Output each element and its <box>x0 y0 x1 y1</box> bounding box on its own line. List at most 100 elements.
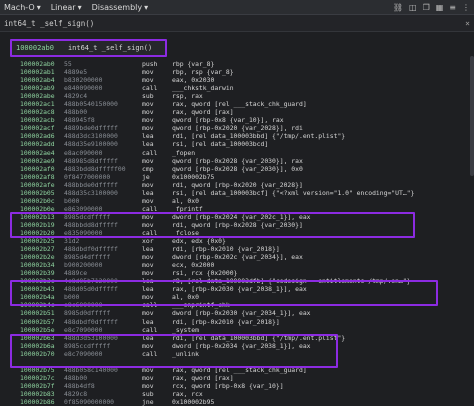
instruction-row[interactable]: 100002b75 488b058c140000 mov rax, qword [re… <box>0 366 474 374</box>
instruction-row[interactable]: 100002b83 4829c8 sub rax, rcx <box>0 390 474 398</box>
instruction-mnemonic: sub <box>142 92 154 101</box>
instruction-mnemonic: lea <box>142 132 154 141</box>
instruction-address: 100002ae4 <box>20 148 55 157</box>
link-icon[interactable]: ⛓ <box>393 3 403 12</box>
chevron-down-icon: ▾ <box>144 2 149 12</box>
copy-icon[interactable]: ❐ <box>423 3 430 12</box>
instruction-address: 100002b27 <box>20 245 55 254</box>
instruction-operands: qword [rbp-0x2020 {var_2028}], rdi <box>172 124 303 133</box>
instruction-row[interactable]: 100002b34 b900200000 mov ecx, 0x2000 <box>0 261 474 269</box>
instruction-operands: rbp {var_8} <box>172 60 215 68</box>
kebab-icon[interactable]: ⋮ <box>462 3 470 12</box>
instruction-address: 100002b63 <box>20 333 55 342</box>
function-header[interactable]: 100002ab0 int64_t _self_sign() <box>10 39 167 57</box>
instruction-row[interactable]: 100002afe 488bbde0dfffff mov rdi, qword [rb… <box>0 181 474 189</box>
symbol-bar[interactable]: int64_t _self_sign() ⨯ <box>0 15 474 32</box>
instruction-address: 100002ab1 <box>20 68 55 77</box>
instruction-bytes: 488985d8dfffff <box>64 156 118 165</box>
instruction-row[interactable]: 100002b3c 4c8d05b7120000 lea r8, [rel data_… <box>0 277 474 285</box>
menu-icon[interactable]: ≡ <box>449 3 456 12</box>
instruction-operands: dword [rbp-0x202c {var_2034}], eax <box>172 253 303 262</box>
instruction-row[interactable]: 100002af0 4883bdd8dfffff00 cmp qword [rbp-0… <box>0 165 474 173</box>
instruction-row[interactable]: 100002ab9 e840090000 call ___chkstk_darwin <box>0 84 474 92</box>
instruction-operands: rax, qword [rel ___stack_chk_guard] <box>172 365 307 374</box>
instruction-row[interactable]: 100002af8 0f8477000000 je 0x100002b75 <box>0 173 474 181</box>
instruction-row[interactable]: 100002abe 4829c4 sub rsp, rax <box>0 92 474 100</box>
instruction-bytes: 8985d4dfffff <box>64 253 111 262</box>
instruction-row[interactable]: 100002b13 8985dcdfffff mov dword [rbp-0x202… <box>0 213 474 221</box>
instruction-row[interactable]: 100002b57 488dbdf0dfffff lea rdi, [rbp-0x20… <box>0 318 474 326</box>
instruction-mnemonic: mov <box>142 100 154 109</box>
instruction-operands: rdi, [rbp-0x2010 {var_2018}] <box>172 317 280 326</box>
instruction-row[interactable]: 100002b0c b000 mov al, 0x0 <box>0 197 474 205</box>
grid-icon[interactable]: ▦ <box>436 3 444 12</box>
instruction-operands: rax, qword [rax] <box>172 108 234 117</box>
instruction-row[interactable]: 100002b43 488d05d0dfffff lea rax, [rbp-0x20… <box>0 285 474 293</box>
instruction-operands: ___chkstk_darwin <box>172 84 234 93</box>
instruction-bytes: 31d2 <box>64 237 80 246</box>
instruction-row[interactable]: 100002b63 488d3d53100000 lea rdi, [rel data… <box>0 334 474 342</box>
instruction-row[interactable]: 100002b86 0f85090000000 jne 0x100002b95 <box>0 398 474 406</box>
instruction-row[interactable]: 100002b51 8985d0dfffff mov dword [rbp-0x203… <box>0 309 474 317</box>
instruction-mnemonic: mov <box>142 341 154 350</box>
instruction-mnemonic: mov <box>142 269 154 278</box>
instruction-row[interactable]: 100002ab0 55 push rbp {var_8} <box>0 60 474 68</box>
scrollbar-thumb[interactable] <box>470 56 474 176</box>
instruction-operands: dword [rbp-0x2030 {var_2034_1}], eax <box>172 309 311 318</box>
instruction-bytes: 488b00 <box>64 108 88 117</box>
instruction-mnemonic: mov <box>142 381 154 390</box>
instruction-row[interactable]: 100002b39 4889ce mov rsi, rcx {0x2000} <box>0 269 474 277</box>
disassembly-listing[interactable]: 100002ab0 int64_t _self_sign() 100002ab0… <box>0 32 474 406</box>
instruction-address: 100002b7f <box>20 381 55 390</box>
close-icon[interactable]: ⨯ <box>465 19 470 28</box>
instruction-row[interactable]: 100002b6a 8985ccdfffff mov dword [rbp-0x203… <box>0 342 474 350</box>
instruction-row[interactable]: 100002ae4 e8ac090000 call _fopen <box>0 149 474 157</box>
instruction-row[interactable]: 100002b7c 488b00 mov rax, qword [rax] <box>0 374 474 382</box>
instruction-row[interactable]: 100002b25 31d2 xor edx, edx {0x0} <box>0 237 474 245</box>
instruction-mnemonic: lea <box>142 188 154 197</box>
layout-dropdown[interactable]: Linear ▾ <box>51 3 82 12</box>
instruction-bytes: 488dbdf0dfffff <box>64 245 118 254</box>
instruction-operands: dword [rbp-0x2024 {var_202c_1}], eax <box>172 212 311 221</box>
instruction-row[interactable]: 100002b0e e863090000 call _fprintf <box>0 205 474 213</box>
instruction-operands: 0x100002b95 <box>172 397 215 406</box>
instruction-bytes: 8985d0dfffff <box>64 309 111 318</box>
instruction-row[interactable]: 100002b20 e835090000 call _fclose <box>0 229 474 237</box>
instruction-row[interactable]: 100002b70 e8c7090000 call _unlink <box>0 350 474 358</box>
instruction-mnemonic: call <box>142 204 158 213</box>
instruction-address: 100002ab0 <box>20 60 55 68</box>
instruction-row[interactable]: 100002ad6 488d3dc3100000 lea rdi, [rel data… <box>0 132 474 140</box>
instruction-operands: r8, [rel data_100003dfb] {"codesign --en… <box>172 277 411 286</box>
instruction-row[interactable]: 100002b2e 8985d4dfffff mov dword [rbp-0x202… <box>0 253 474 261</box>
instruction-mnemonic: lea <box>142 285 154 294</box>
view-mode-dropdown[interactable]: Disassembly ▾ <box>92 3 149 12</box>
instruction-bytes: 488d35e9100000 <box>64 140 118 149</box>
vertical-scrollbar[interactable] <box>470 32 474 406</box>
instruction-row[interactable]: 100002b4a b000 mov al, 0x0 <box>0 293 474 301</box>
instruction-bytes: 488bbde0dfffff <box>64 180 118 189</box>
instruction-row[interactable]: 100002b19 488bbdd8dfffff mov rdi, qword [rb… <box>0 221 474 229</box>
instruction-row[interactable]: 100002ab1 4889e5 mov rbp, rsp {var_8} <box>0 68 474 76</box>
instruction-row[interactable]: 100002b27 488dbdf0dfffff lea rdi, [rbp-0x20… <box>0 245 474 253</box>
instruction-row[interactable]: 100002ac8 488b00 mov rax, qword [rax] <box>0 108 474 116</box>
instruction-row[interactable]: 100002b4c e8c6090000 call ___snprintf_chk <box>0 301 474 309</box>
instruction-operands: qword [rbp-0x2028 {var_2030}], rax <box>172 156 303 165</box>
instruction-row[interactable]: 100002b5e e8c7090000 call _system <box>0 326 474 334</box>
instruction-address: 100002af0 <box>20 164 55 173</box>
instruction-row[interactable]: 100002b7f 488b4df8 mov rcx, qword [rbp-0x8 … <box>0 382 474 390</box>
view-type-dropdown[interactable]: Mach-O ▾ <box>4 3 41 12</box>
instruction-operands: rsi, rcx {0x2000} <box>172 269 238 278</box>
instruction-row[interactable]: 100002acf 4889bde0dfffff mov qword [rbp-0x2… <box>0 124 474 132</box>
instruction-row[interactable]: 100002b05 488d35c3100000 lea rsi, [rel data… <box>0 189 474 197</box>
instruction-row[interactable] <box>0 358 474 366</box>
instruction-operands: rbp, rsp {var_8} <box>172 68 234 77</box>
instruction-row[interactable]: 100002add 488d35e9100000 lea rsi, [rel data… <box>0 140 474 148</box>
instruction-row[interactable]: 100002ab4 b830200000 mov eax, 0x2030 <box>0 76 474 84</box>
instruction-mnemonic: lea <box>142 277 154 286</box>
instruction-row[interactable]: 100002ac1 488b0540150000 mov rax, qword [re… <box>0 100 474 108</box>
instruction-bytes: e835090000 <box>64 228 103 237</box>
instruction-row[interactable]: 100002acb 488945f8 mov qword [rbp-0x8 {var_… <box>0 116 474 124</box>
instruction-row[interactable]: 100002ae9 488985d8dfffff mov qword [rbp-0x2… <box>0 157 474 165</box>
split-icon[interactable]: ◫ <box>409 3 417 12</box>
instruction-mnemonic: mov <box>142 253 154 262</box>
